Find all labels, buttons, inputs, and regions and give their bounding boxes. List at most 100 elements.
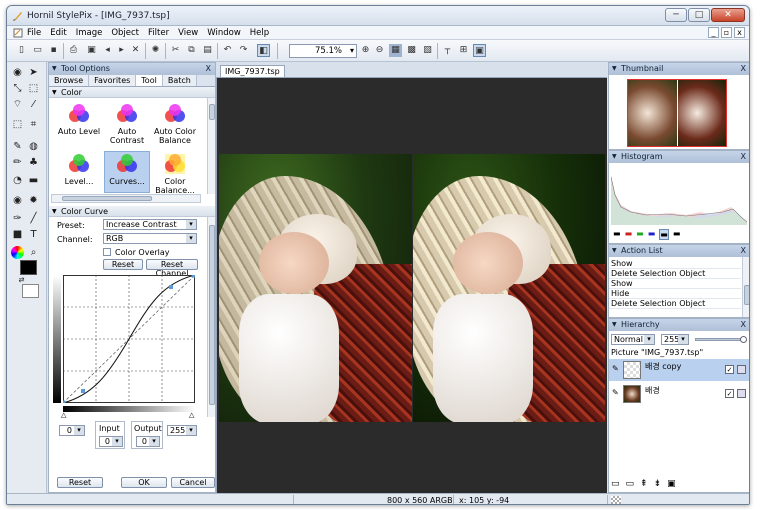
auto-color-balance-button[interactable]: Auto Color Balance [153, 104, 197, 145]
menu-help[interactable]: Help [250, 28, 269, 38]
crop-icon[interactable]: ⌗ [27, 118, 40, 131]
thumbnail-preview[interactable] [627, 79, 727, 147]
gradient-icon[interactable]: ▬ [27, 174, 40, 187]
input-min-spinner[interactable]: 0 [59, 425, 85, 436]
channel-alpha-icon[interactable]: ▬ [673, 229, 681, 240]
minimize-button[interactable]: ─ [665, 8, 687, 22]
close-doc-icon[interactable]: ✕ [129, 44, 142, 57]
maximize-button[interactable]: □ [688, 8, 710, 22]
magic-wand-icon[interactable]: ⁄ [27, 98, 40, 111]
channel-rgb-icon[interactable]: ▬ [613, 229, 621, 240]
thumbnail-close-icon[interactable]: X [741, 63, 746, 75]
grid-icon[interactable]: ⊞ [457, 44, 470, 57]
output-spinner[interactable]: 0 [136, 436, 160, 447]
layer-row[interactable]: ✎ 배경 ✓ [609, 383, 749, 405]
black-point-slider[interactable]: △ [61, 411, 66, 419]
blend-mode-select[interactable]: Normal [611, 334, 655, 345]
image-canvas[interactable] [216, 78, 607, 494]
eraser-icon[interactable]: ◍ [27, 140, 40, 153]
paste-icon[interactable]: ▤ [201, 44, 214, 57]
list-item[interactable]: Delete Selection Object [609, 269, 741, 279]
opacity-spinner[interactable]: 255 [661, 334, 689, 345]
shape-icon[interactable]: ■ [11, 228, 24, 241]
menu-view[interactable]: View [178, 28, 198, 38]
channel-luminance-icon[interactable]: ▬ [659, 229, 669, 240]
color-picker-icon[interactable] [11, 246, 24, 259]
bottom-reset-button[interactable]: Reset [57, 477, 103, 488]
action-list-close-icon[interactable]: X [741, 245, 746, 257]
cut-icon[interactable]: ✂ [169, 44, 182, 57]
menu-object[interactable]: Object [111, 28, 139, 38]
view-tool-icon[interactable]: ◉ [11, 66, 24, 79]
curve-graph[interactable] [63, 275, 195, 403]
new-file-icon[interactable]: ▯ [15, 44, 28, 57]
duplicate-layer-icon[interactable]: ▭ [626, 479, 635, 489]
tab-browse[interactable]: Browse [49, 75, 90, 86]
color-curve-header[interactable]: Color Curve [49, 206, 215, 217]
preset-select[interactable]: Increase Contrast [103, 219, 197, 230]
mdi-restore-button[interactable]: ▫ [721, 27, 732, 38]
menu-filter[interactable]: Filter [148, 28, 169, 38]
curves-button[interactable]: Curves... [104, 151, 150, 193]
color-section-header[interactable]: Color [49, 87, 215, 98]
curve-scrollbar[interactable] [207, 217, 215, 417]
save-icon[interactable]: ▪ [47, 44, 60, 57]
menu-edit[interactable]: Edit [50, 28, 66, 38]
list-item[interactable]: Hide [609, 289, 741, 299]
undo-icon[interactable]: ↶ [221, 44, 234, 57]
color-overlay-checkbox[interactable] [103, 248, 111, 256]
foreground-color-swatch[interactable] [20, 260, 37, 275]
list-item[interactable]: Show [609, 259, 741, 269]
transform-tool-icon[interactable]: ⤡ [11, 82, 24, 95]
hierarchy-close-icon[interactable]: X [741, 319, 746, 331]
tab-favorites[interactable]: Favorites [89, 75, 137, 86]
move-down-icon[interactable]: ⇟ [654, 479, 662, 489]
menu-window[interactable]: Window [207, 28, 241, 38]
zoom-tool-icon[interactable]: ⌕ [27, 246, 40, 259]
reset-channel-button[interactable]: Reset Channel [146, 259, 198, 278]
menu-image[interactable]: Image [76, 28, 103, 38]
pencil-icon[interactable]: ✏ [11, 156, 24, 169]
effects-icon[interactable]: ✺ [149, 44, 162, 57]
tool-options-close-icon[interactable]: X [206, 63, 211, 75]
smudge-icon[interactable]: ◔ [11, 174, 24, 187]
mdi-close-button[interactable]: x [734, 27, 745, 38]
move-up-icon[interactable]: ⇞ [640, 479, 648, 489]
effects-scrollbar[interactable] [207, 98, 215, 194]
zoom-out-icon[interactable]: ⊖ [373, 44, 386, 57]
ruler-icon[interactable]: ┬ [441, 44, 454, 57]
lasso-icon[interactable]: ⌔ [11, 98, 24, 111]
clone-icon[interactable]: ♣ [27, 156, 40, 169]
zoom-combo[interactable]: 75.1% [289, 44, 357, 58]
reset-curve-button[interactable]: Reset [103, 259, 143, 270]
level-button[interactable]: Level... [57, 154, 101, 186]
layer-visible-checkbox[interactable]: ✓ [725, 389, 734, 398]
rect-select-icon[interactable]: ⬚ [27, 82, 40, 95]
marquee-icon[interactable]: ⬚ [11, 118, 24, 131]
zoom-in-icon[interactable]: ⊕ [359, 44, 372, 57]
edit-pen-icon[interactable]: ✎ [612, 364, 619, 373]
open-folder-icon[interactable]: ▭ [31, 44, 44, 57]
delete-layer-icon[interactable]: ▣ [667, 479, 676, 489]
line-icon[interactable]: ╱ [27, 212, 40, 225]
layer-row-selected[interactable]: ✎ 배경 copy ✓ [609, 359, 749, 381]
background-color-swatch[interactable] [22, 284, 39, 298]
cancel-button[interactable]: Cancel [171, 477, 215, 488]
brush-icon[interactable]: ✎ [11, 140, 24, 153]
auto-level-button[interactable]: Auto Level [57, 104, 101, 136]
opacity-slider[interactable] [695, 336, 747, 343]
tab-batch[interactable]: Batch [162, 75, 197, 86]
pen-icon[interactable]: ✑ [11, 212, 24, 225]
channel-green-icon[interactable]: ▬ [636, 229, 644, 240]
auto-contrast-button[interactable]: Auto Contrast [105, 104, 149, 145]
previous-icon[interactable]: ◂ [101, 44, 114, 57]
layer-lock-icon[interactable] [737, 365, 746, 374]
histogram-close-icon[interactable]: X [741, 151, 746, 163]
text-tool-icon[interactable]: T [27, 228, 40, 241]
red-eye-icon[interactable]: ◉ [11, 194, 24, 207]
full-screen-icon[interactable]: ▧ [421, 44, 434, 57]
input-spinner[interactable]: 0 [99, 436, 123, 447]
input-max-spinner[interactable]: 255 [167, 425, 197, 436]
redo-icon[interactable]: ↷ [237, 44, 250, 57]
ok-button[interactable]: OK [121, 477, 167, 488]
